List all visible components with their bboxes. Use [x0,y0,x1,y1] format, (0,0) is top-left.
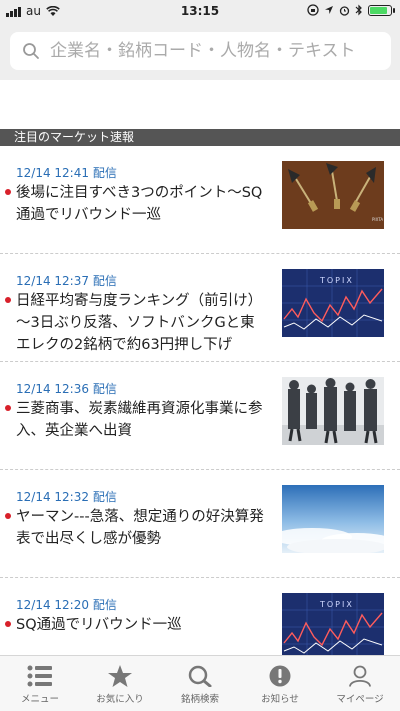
news-meta: 12/14 12:20 配信 [16,596,117,613]
tab-mypage[interactable]: マイページ [320,656,400,711]
news-time: 12/14 12:32 [16,490,89,504]
location-icon [325,6,333,14]
topix-chart-image[interactable]: TOPIX [282,593,384,661]
rotation-lock-icon [307,4,319,16]
news-tag: 配信 [92,598,117,612]
tab-menu[interactable]: メニュー [0,656,80,711]
news-item[interactable]: 12/14 12:36 配信 三菱商事、炭素繊維再資源化事業に参入、英企業へ出資 [0,362,400,470]
tab-label: マイページ [336,694,384,705]
alarm-icon [339,5,350,16]
news-time: 12/14 12:37 [16,274,89,288]
bluetooth-icon [355,4,362,16]
news-meta: 12/14 12:41 配信 [16,164,117,181]
bullet-icon [5,513,11,519]
news-title[interactable]: SQ通過でリバウンド一巡 [5,614,266,636]
news-meta: 12/14 12:32 配信 [16,488,117,505]
news-title-text: SQ通過でリバウンド一巡 [16,617,182,633]
battery-icon [368,4,395,16]
search-input[interactable] [50,41,380,61]
tab-label: お知らせ [261,694,299,705]
news-title-text: 日経平均寄与度ランキング（前引け）～3日ぶり反落、ソフトバンクGと東エレクの2銘… [16,293,263,353]
tab-notices[interactable]: お知らせ [240,656,320,711]
search-box[interactable] [10,32,391,70]
bullet-icon [5,621,11,627]
bullet-icon [5,405,11,411]
tab-favorites[interactable]: お気に入り [80,656,160,711]
section-header: 注目のマーケット速報 [0,129,400,146]
search-icon [188,665,212,687]
news-tag: 配信 [92,382,117,396]
news-meta: 12/14 12:36 配信 [16,380,117,397]
news-item[interactable]: 12/14 12:41 配信 後場に注目すべき3つのポイント～SQ通過でリバウン… [0,146,400,254]
topix-chart-image[interactable]: TOPIX [282,269,384,337]
news-tag: 配信 [92,166,117,180]
news-time: 12/14 12:41 [16,166,89,180]
svg-text:PIXTA: PIXTA [372,217,383,222]
news-tag: 配信 [92,274,117,288]
tab-bar: メニュー お気に入り 銘柄検索 お知らせ マイページ [0,655,400,711]
sky-clouds-image[interactable] [282,485,384,553]
search-icon [23,43,39,59]
news-list: 12/14 12:41 配信 後場に注目すべき3つのポイント～SQ通過でリバウン… [0,146,400,686]
bullet-icon [5,297,11,303]
status-right [307,4,395,16]
star-icon [108,665,132,687]
news-time: 12/14 12:36 [16,382,89,396]
tab-label: お気に入り [96,694,144,705]
svg-text:TOPIX: TOPIX [319,276,354,285]
news-time: 12/14 12:20 [16,598,89,612]
news-meta: 12/14 12:37 配信 [16,272,117,289]
news-title[interactable]: 日経平均寄与度ランキング（前引け）～3日ぶり反落、ソフトバンクGと東エレクの2銘… [5,290,266,356]
status-bar: au 13:15 [0,0,400,22]
person-icon [349,665,371,687]
business-people-image[interactable] [282,377,384,445]
tab-stock-search[interactable]: 銘柄検索 [160,656,240,711]
news-title[interactable]: ヤーマン---急落、想定通りの好決算発表で出尽くし感が優勢 [5,506,266,550]
news-title-text: ヤーマン---急落、想定通りの好決算発表で出尽くし感が優勢 [16,509,264,547]
notice-icon [269,665,291,687]
news-tag: 配信 [92,490,117,504]
news-item[interactable]: 12/14 12:37 配信 日経平均寄与度ランキング（前引け）～3日ぶり反落、… [0,254,400,362]
news-item[interactable]: 12/14 12:32 配信 ヤーマン---急落、想定通りの好決算発表で出尽くし… [0,470,400,578]
tab-label: メニュー [20,694,59,705]
darts-image[interactable]: PIXTA [282,161,384,229]
news-title[interactable]: 三菱商事、炭素繊維再資源化事業に参入、英企業へ出資 [5,398,266,442]
svg-text:TOPIX: TOPIX [319,600,354,609]
bullet-icon [5,189,11,195]
news-title-text: 三菱商事、炭素繊維再資源化事業に参入、英企業へ出資 [16,401,263,439]
news-title-text: 後場に注目すべき3つのポイント～SQ通過でリバウンド一巡 [16,185,263,223]
tab-label: 銘柄検索 [180,694,219,705]
menu-icon [27,665,52,687]
news-title[interactable]: 後場に注目すべき3つのポイント～SQ通過でリバウンド一巡 [5,182,266,226]
search-area [0,22,400,80]
